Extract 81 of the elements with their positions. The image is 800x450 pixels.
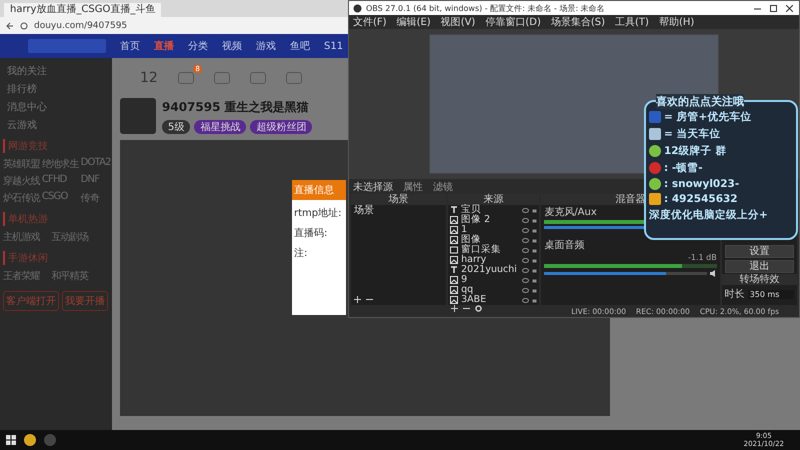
source-item[interactable]: 宝贝 [461,205,520,215]
duration-label: 时长 [724,288,745,301]
image-icon [450,256,458,264]
window-title: OBS 27.0.1 (64 bit, windows) - 配置文件: 未命名 - 场景: 未命名 [366,2,606,14]
field-label: 直播码: [293,226,328,240]
image-icon [450,286,458,294]
source-item[interactable]: qq [461,285,520,295]
add-icon[interactable] [354,296,361,302]
windows-start-icon[interactable] [6,435,16,445]
volume-slider[interactable] [544,272,707,275]
points-count: 12 [140,70,158,86]
nav-link[interactable]: 分类 [188,39,208,53]
nav-link[interactable]: 游戏 [256,39,276,53]
image-icon [450,236,458,244]
source-item[interactable]: 9 [461,275,520,285]
source-item[interactable]: 图像 [461,235,520,245]
toolbar-button[interactable]: 属性 [403,180,423,194]
nav-link[interactable]: 鱼吧 [290,39,310,53]
menu-item[interactable]: 停靠窗口(D) [485,15,541,29]
window-icon [450,246,458,254]
text-icon [450,266,458,274]
note-text: 注: [293,246,308,260]
section-title: 手游休闲 [3,251,109,265]
source-item[interactable]: 2021yuuchi [461,265,520,275]
menu-item[interactable]: 文件(F) [353,15,387,29]
overlay-text: = 房管+优先车位 [664,110,752,124]
source-item[interactable]: 1 [461,225,520,235]
close-icon[interactable] [786,4,792,12]
tag-pill[interactable]: 超级粉丝团 [250,120,312,134]
source-item[interactable]: 3ABE [461,295,520,305]
source-item[interactable]: 窗口采集 [461,245,520,255]
address-field[interactable]: douyu.com/9407595 [34,20,128,30]
image-icon [450,296,458,304]
text-icon [450,206,458,214]
menu-item[interactable]: 场景集合(S) [550,15,606,29]
section-title: 网游竞技 [3,139,109,153]
nav-link[interactable]: 首页 [120,39,140,53]
source-item[interactable]: harry [461,255,520,265]
tag-pill[interactable]: 5级 [162,120,190,134]
remove-icon[interactable] [463,305,470,312]
duration-field[interactable]: 350 ms [748,290,794,298]
image-icon [450,226,458,234]
reload-icon[interactable] [20,22,28,30]
no-source-label: 未选择源 [353,180,393,194]
source-item[interactable]: 图像 2 [461,215,520,225]
overlay-heading: 喜欢的点点关注哦 [656,94,744,109]
overlay-text: 12级牌子 群 [664,144,726,158]
channel-name: 桌面音频 [544,241,584,251]
browser-tab[interactable]: harry放血直播_CSGO直播_斗鱼 [4,3,162,17]
menu-item[interactable]: 帮助(H) [658,15,694,29]
dock-title: 来源 [448,194,540,205]
menu-item[interactable]: 编辑(E) [396,15,431,29]
add-icon[interactable] [451,305,458,312]
maximize-icon[interactable] [770,4,776,12]
tag-pill[interactable]: 福星挑战 [194,120,246,134]
avatar-placeholder [120,98,156,134]
menu-item[interactable]: 视图(V) [440,15,476,29]
control-button[interactable]: 退出 [724,260,794,273]
settings-icon[interactable] [475,305,482,312]
dock-title: 转场特效 [722,274,797,285]
nav-link[interactable]: S11 [324,40,344,52]
channel-name: 麦克风/Aux [544,208,597,218]
toolbar-button[interactable]: 滤镜 [433,180,453,194]
section-title: 单机热游 [3,212,109,226]
room-title: 9407595 重生之我是黑猫 [162,98,310,116]
dock-title: 场景 [351,194,446,205]
menu-item[interactable]: 工具(T) [615,15,649,29]
dialog-title: 直播信息 [292,180,346,200]
overlay-text: = 当天车位 [664,127,720,141]
volume-reading: -1.1 dB [688,253,717,262]
overlay-text: : -顿雪- [664,161,703,175]
back-icon[interactable] [6,22,14,30]
scene-item[interactable]: 场景 [351,205,446,216]
image-icon [450,216,458,224]
speaker-icon[interactable] [710,270,717,277]
control-button[interactable]: 设置 [724,245,794,258]
image-icon [450,276,458,284]
overlay-text: 深度优化电脑定级上分+ [649,208,768,222]
field-label: rtmp地址: [293,206,342,220]
nav-link[interactable]: 视频 [222,39,242,53]
overlay-text: : snowyl023- [664,178,740,190]
